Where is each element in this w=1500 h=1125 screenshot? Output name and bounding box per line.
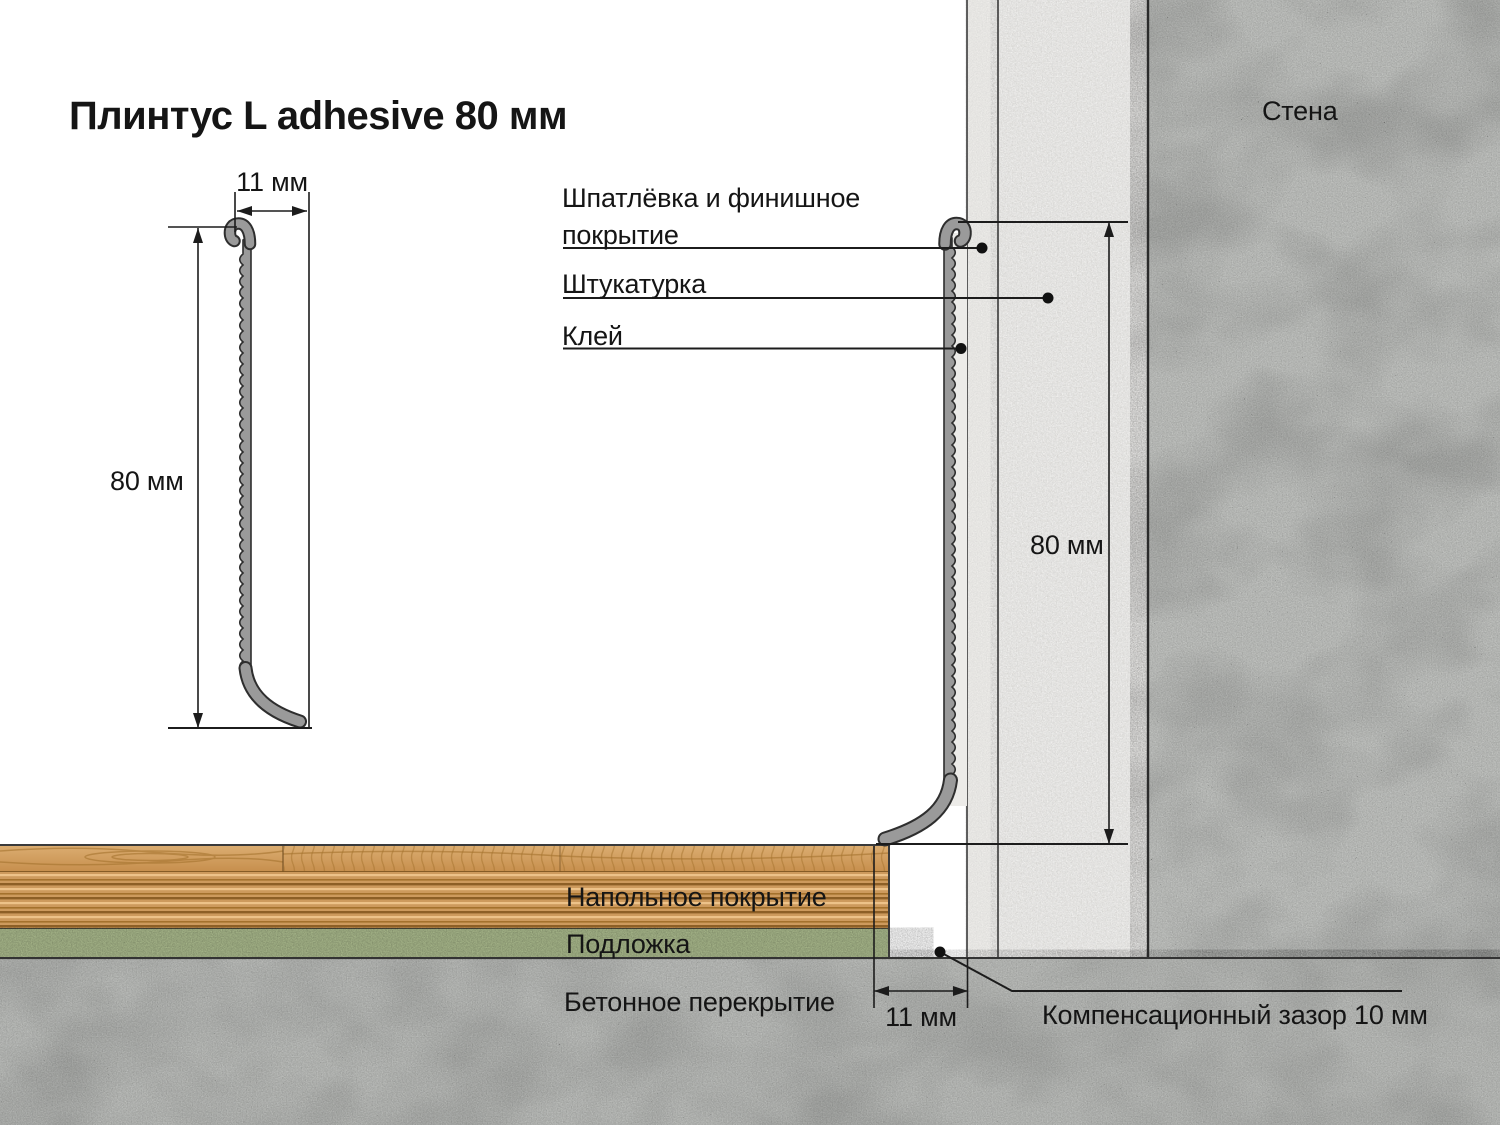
wall-layers (967, 0, 1500, 958)
skirting-profile-detail (230, 224, 300, 722)
page-title: Плинтус L adhesive 80 мм (69, 94, 567, 139)
label-glue: Клей (562, 318, 623, 355)
skirting-profile-installed (885, 224, 967, 840)
diagram-page: Плинтус L adhesive 80 мм 11 мм 80 мм Шпа… (0, 0, 1500, 1125)
label-plaster: Штукатурка (562, 266, 706, 303)
wall-height-dimension-label: 80 мм (1030, 527, 1104, 564)
detail-width-dimension-label: 11 мм (235, 164, 309, 201)
detail-height-dimension-label: 80 мм (110, 463, 184, 500)
label-wall: Стена (1262, 93, 1338, 130)
diagram-canvas (0, 0, 1500, 1125)
profile-foot (885, 780, 951, 839)
label-compensation-gap: Компенсационный зазор 10 мм (1042, 997, 1428, 1034)
label-putty-finish: Шпатлёвка и финишное покрытие (562, 180, 867, 255)
label-underlay: Подложка (566, 926, 690, 963)
label-concrete-slab: Бетонное перекрытие (564, 984, 835, 1021)
label-floor-covering: Напольное покрытие (566, 879, 827, 916)
profile-body-detail (240, 236, 251, 672)
floor-width-dimension-label: 11 мм (874, 999, 968, 1036)
